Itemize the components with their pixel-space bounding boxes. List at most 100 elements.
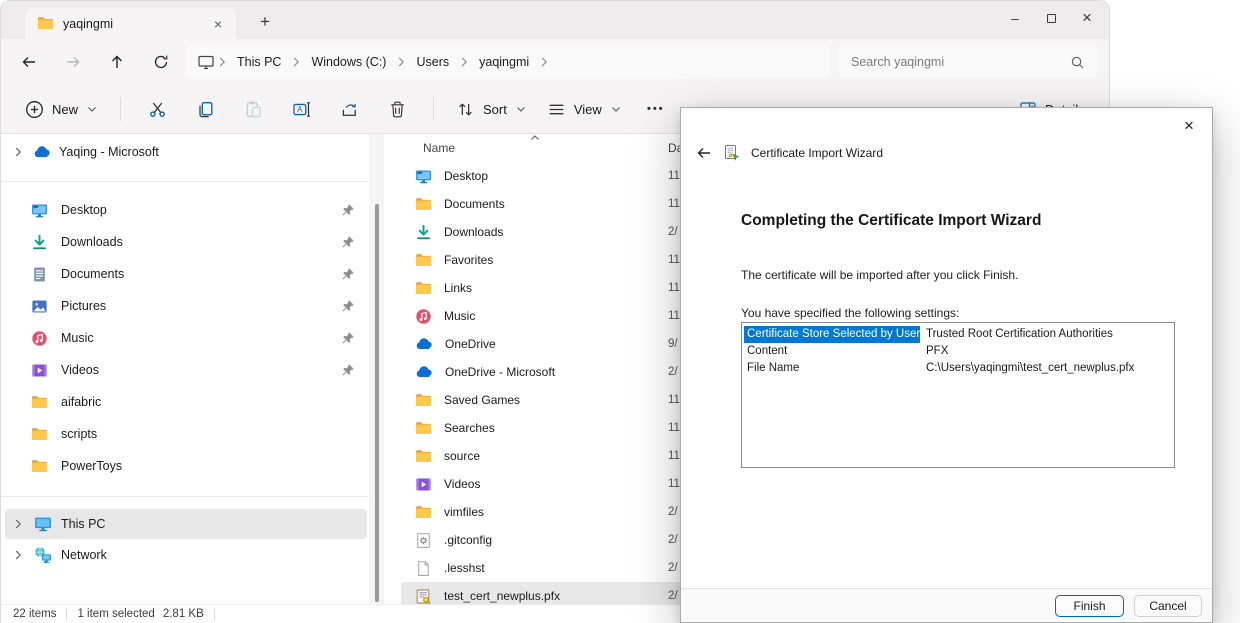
pin-icon	[341, 363, 355, 377]
paste-button	[232, 91, 274, 127]
file-name: Saved Games	[444, 393, 520, 407]
desktop-icon	[415, 168, 432, 185]
search-icon	[1070, 55, 1085, 70]
close-icon[interactable]: ×	[1069, 3, 1105, 33]
sidebar-item-this-pc[interactable]: This PC	[5, 509, 367, 539]
rename-button[interactable]: A	[280, 91, 322, 127]
pin-icon	[341, 299, 355, 313]
dialog-title: Certificate Import Wizard	[751, 146, 883, 160]
settings-table[interactable]: Certificate Store Selected by UserTruste…	[741, 322, 1175, 468]
file-date-modified: 2/	[668, 590, 678, 602]
copy-icon	[196, 100, 215, 119]
view-button[interactable]: View	[537, 91, 632, 127]
svg-text:A: A	[297, 105, 303, 114]
folder-icon	[415, 392, 432, 409]
folder-icon	[415, 280, 432, 297]
sidebar-item-documents[interactable]: Documents	[5, 258, 367, 290]
pictures-icon	[31, 298, 48, 315]
breadcrumb-item[interactable]: This PC	[229, 55, 289, 69]
chevron-right-icon[interactable]	[11, 145, 25, 159]
certfile-icon	[415, 588, 432, 605]
forward-button[interactable]	[51, 44, 95, 80]
breadcrumb-item[interactable]: Windows (C:)	[303, 55, 394, 69]
file-date-modified: 2/	[668, 562, 678, 574]
sidebar-item-aifabric[interactable]: aifabric	[5, 386, 367, 418]
sort-button[interactable]: Sort	[446, 91, 537, 127]
chevron-right-icon[interactable]	[11, 517, 25, 531]
minimize-icon[interactable]: –	[997, 3, 1033, 33]
delete-button[interactable]	[376, 91, 418, 127]
cut-button[interactable]	[136, 91, 178, 127]
refresh-button[interactable]	[139, 44, 183, 80]
dialog-close-icon[interactable]: ×	[1172, 112, 1206, 140]
file-date-modified: 11	[668, 198, 680, 210]
search-box[interactable]: Search yaqingmi	[839, 45, 1097, 79]
navigation-bar: This PC Windows (C:) Users yaqingmi Search …	[1, 39, 1109, 85]
chevron-right-icon	[289, 55, 303, 69]
chevron-right-icon	[394, 55, 408, 69]
sort-ascending-icon[interactable]	[529, 134, 541, 144]
breadcrumb-item[interactable]: yaqingmi	[471, 55, 537, 69]
column-header-name[interactable]: Name	[423, 141, 455, 155]
dialog-footer: Finish Cancel	[681, 588, 1212, 622]
settings-row[interactable]: File NameC:\Users\yaqingmi\test_cert_new…	[742, 360, 1174, 377]
chevron-down-icon	[86, 103, 98, 115]
folder-icon	[415, 504, 432, 521]
new-button[interactable]: New	[15, 91, 108, 127]
file-name: .gitconfig	[444, 533, 492, 547]
chevron-right-icon[interactable]	[11, 548, 25, 562]
setting-label: Certificate Store Selected by User	[744, 326, 920, 343]
cancel-button[interactable]: Cancel	[1134, 595, 1202, 617]
finish-button[interactable]: Finish	[1055, 595, 1124, 617]
sidebar-item-pictures[interactable]: Pictures	[5, 290, 367, 322]
setting-value: C:\Users\yaqingmi\test_cert_newplus.pfx	[920, 360, 1134, 377]
maximize-icon[interactable]	[1033, 3, 1069, 33]
file-name: Music	[444, 309, 475, 323]
chevron-right-icon	[537, 55, 551, 69]
folder-icon	[415, 196, 432, 213]
sidebar-item-desktop[interactable]: Desktop	[5, 194, 367, 226]
sidebar: Yaqing - Microsoft DesktopDownloadsDocum…	[1, 134, 371, 604]
setting-value: Trusted Root Certification Authorities	[920, 326, 1113, 343]
onedrive-cloud-icon	[33, 143, 51, 161]
tab-label: yaqingmi	[63, 17, 199, 31]
videos-icon	[31, 362, 48, 379]
chevron-right-icon	[215, 55, 229, 69]
folder-icon	[415, 420, 432, 437]
file-date-modified: 2/	[668, 534, 678, 546]
explorer-tab[interactable]: yaqingmi ×	[25, 8, 236, 39]
file-name: test_cert_newplus.pfx	[444, 589, 560, 603]
sidebar-item-scripts[interactable]: scripts	[5, 418, 367, 450]
downloads-icon	[415, 224, 432, 241]
up-button[interactable]	[95, 44, 139, 80]
settings-row[interactable]: Certificate Store Selected by UserTruste…	[742, 326, 1174, 343]
setting-value: PFX	[920, 343, 948, 360]
sidebar-item-network[interactable]: Network	[5, 540, 367, 570]
certificate-import-wizard-dialog: × Certificate Import Wizard Completing t…	[680, 107, 1213, 623]
thispc-icon	[34, 515, 52, 533]
file-date-modified: 11	[668, 394, 680, 406]
network-icon	[34, 546, 52, 564]
items-count: 22 items	[13, 608, 56, 620]
breadcrumb-item[interactable]: Users	[408, 55, 457, 69]
tab-bar: yaqingmi × + – ×	[1, 1, 1109, 39]
pin-icon	[341, 203, 355, 217]
more-options-button[interactable]: •••	[635, 91, 677, 127]
rename-icon: A	[292, 100, 311, 119]
sidebar-item-onedrive[interactable]: Yaqing - Microsoft	[5, 137, 367, 167]
sidebar-item-videos[interactable]: Videos	[5, 354, 367, 386]
tab-close-icon[interactable]: ×	[208, 14, 228, 34]
folder-icon	[415, 252, 432, 269]
sidebar-item-powertoys[interactable]: PowerToys	[5, 450, 367, 482]
settings-row[interactable]: ContentPFX	[742, 343, 1174, 360]
sidebar-item-music[interactable]: Music	[5, 322, 367, 354]
file-name: Documents	[444, 197, 505, 211]
file-date-modified: 2/	[668, 506, 678, 518]
back-button[interactable]	[7, 44, 51, 80]
videos-icon	[415, 476, 432, 493]
sidebar-item-downloads[interactable]: Downloads	[5, 226, 367, 258]
dialog-back-button[interactable]	[695, 144, 713, 162]
new-tab-button[interactable]: +	[253, 10, 277, 34]
share-button[interactable]	[328, 91, 370, 127]
copy-button[interactable]	[184, 91, 226, 127]
